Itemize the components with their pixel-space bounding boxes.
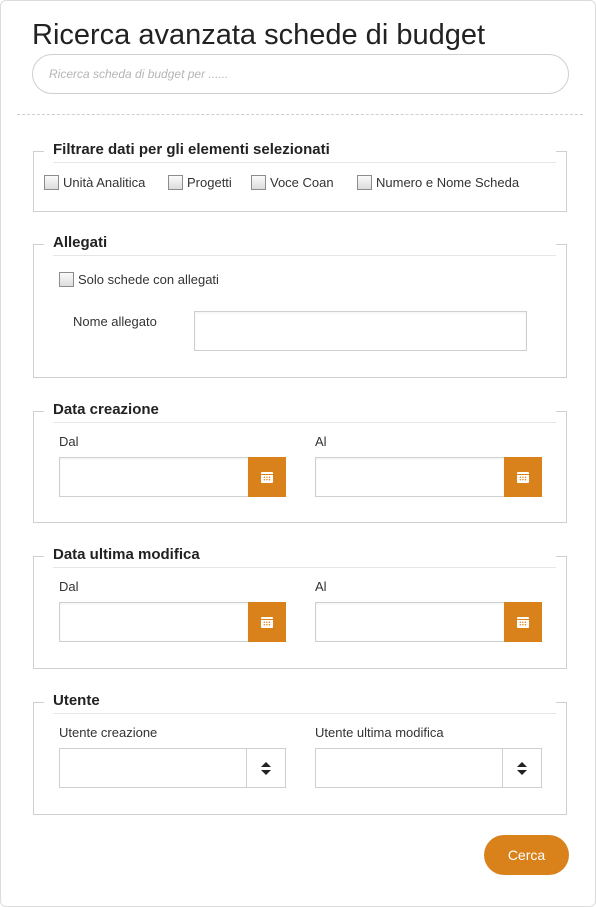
calendar-button[interactable] — [504, 457, 542, 497]
checkbox[interactable] — [168, 175, 183, 190]
page-title: Ricerca avanzata schede di budget — [32, 19, 486, 51]
filter-numero-nome-scheda[interactable]: Numero e Nome Scheda — [357, 175, 519, 190]
checkbox[interactable] — [44, 175, 59, 190]
calendar-button[interactable] — [504, 602, 542, 642]
filter-unita-analitica[interactable]: Unità Analitica — [44, 175, 145, 190]
modified-from-date — [59, 602, 286, 642]
modified-date-fieldset: Data ultima modifica Dal Al — [33, 546, 567, 669]
calendar-icon — [261, 471, 273, 483]
only-with-attachments-label: Solo schede con allegati — [78, 272, 219, 287]
modified-from-label: Dal — [59, 579, 79, 594]
legend-rule — [53, 255, 556, 256]
filter-label: Numero e Nome Scheda — [376, 175, 520, 190]
sort-arrows-icon[interactable] — [503, 749, 541, 787]
filter-label: Unità Analitica — [63, 175, 146, 190]
created-to-date — [315, 457, 542, 497]
search-button[interactable]: Cerca — [484, 835, 569, 875]
calendar-button[interactable] — [248, 457, 286, 497]
filters-fieldset: Filtrare dati per gli elementi seleziona… — [33, 141, 567, 212]
created-by-label: Utente creazione — [59, 725, 158, 740]
user-legend: Utente — [53, 692, 104, 709]
checkbox[interactable] — [251, 175, 266, 190]
attachments-legend: Allegati — [53, 234, 112, 251]
filter-label: Progetti — [187, 175, 232, 190]
filter-progetti[interactable]: Progetti — [168, 175, 232, 190]
legend-rule — [53, 567, 556, 568]
only-with-attachments[interactable]: Solo schede con allegati — [59, 272, 219, 287]
legend-rule — [53, 422, 556, 423]
dashed-divider — [17, 114, 583, 115]
user-fieldset: Utente Utente creazione Utente ultima mo… — [33, 692, 567, 815]
modified-from-input[interactable] — [59, 602, 248, 642]
created-from-date — [59, 457, 286, 497]
attachment-name-input[interactable] — [194, 311, 527, 351]
filter-voce-coan[interactable]: Voce Coan — [251, 175, 334, 190]
created-from-input[interactable] — [59, 457, 248, 497]
advanced-search-panel: Ricerca avanzata schede di budget Filtra… — [0, 0, 596, 907]
modified-to-label: Al — [315, 579, 327, 594]
created-from-label: Dal — [59, 434, 79, 449]
modified-by-select[interactable] — [315, 748, 542, 788]
modified-date-legend: Data ultima modifica — [53, 546, 204, 563]
created-date-fieldset: Data creazione Dal Al — [33, 401, 567, 523]
attachments-fieldset: Allegati Solo schede con allegati Nome a… — [33, 234, 567, 378]
attachment-name-label: Nome allegato — [73, 314, 157, 329]
created-to-input[interactable] — [315, 457, 504, 497]
calendar-button[interactable] — [248, 602, 286, 642]
modified-to-input[interactable] — [315, 602, 504, 642]
modified-to-date — [315, 602, 542, 642]
calendar-icon — [517, 471, 529, 483]
checkbox[interactable] — [59, 272, 74, 287]
legend-rule — [53, 713, 556, 714]
calendar-icon — [517, 616, 529, 628]
modified-by-label: Utente ultima modifica — [315, 725, 444, 740]
created-date-legend: Data creazione — [53, 401, 163, 418]
created-by-select[interactable] — [59, 748, 286, 788]
created-to-label: Al — [315, 434, 327, 449]
filter-label: Voce Coan — [270, 175, 334, 190]
checkbox[interactable] — [357, 175, 372, 190]
sort-arrows-icon[interactable] — [247, 749, 285, 787]
search-input[interactable] — [32, 54, 569, 94]
calendar-icon — [261, 616, 273, 628]
filters-legend: Filtrare dati per gli elementi seleziona… — [53, 141, 334, 158]
legend-rule — [53, 162, 556, 163]
